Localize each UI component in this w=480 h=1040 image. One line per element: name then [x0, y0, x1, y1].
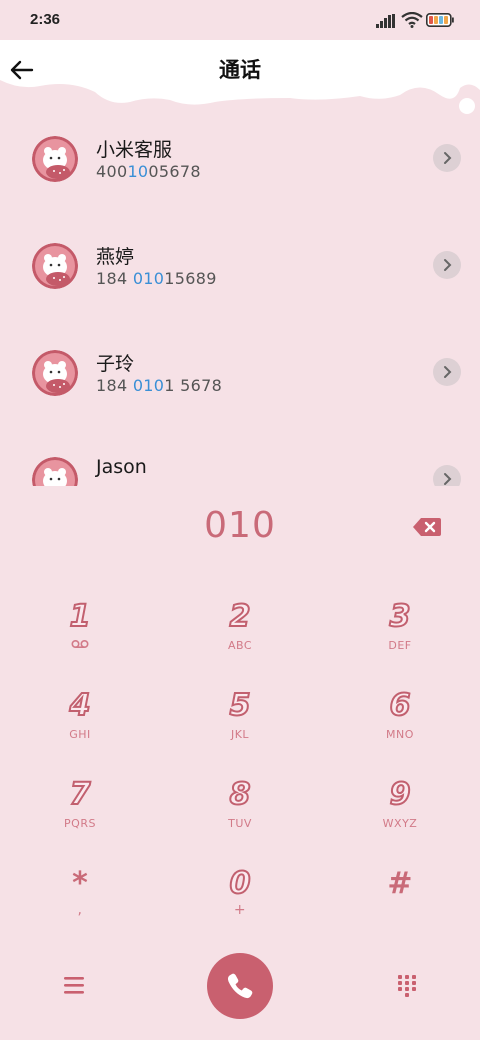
key-0[interactable]: 0 + — [160, 854, 320, 943]
backspace-icon[interactable] — [412, 516, 442, 538]
key-6[interactable]: 6 MNO — [320, 676, 480, 765]
contact-row[interactable]: 燕婷 184 01015689 — [0, 217, 480, 297]
contact-number: 184 0101 5678 — [96, 376, 223, 395]
key-1[interactable]: 1 — [0, 587, 160, 676]
avatar — [32, 136, 78, 182]
key-3[interactable]: 3 DEF — [320, 587, 480, 676]
key-letters: WXYZ — [382, 817, 418, 830]
contact-detail-button[interactable] — [433, 465, 461, 486]
contact-detail-button[interactable] — [433, 251, 461, 279]
contact-detail-button[interactable] — [433, 144, 461, 172]
chevron-right-icon — [444, 259, 452, 271]
key-letters: + — [233, 902, 247, 918]
chevron-right-icon — [444, 473, 452, 485]
key-letters: JKL — [230, 728, 250, 741]
contact-name: 子玲 — [96, 353, 135, 375]
avatar — [32, 457, 78, 486]
wifi-icon — [401, 12, 423, 28]
bear-avatar-icon — [32, 457, 78, 486]
contact-name: Jason — [96, 456, 147, 478]
key-digit: 7 — [69, 776, 92, 813]
contact-row[interactable]: 子玲 184 0101 5678 — [0, 324, 480, 404]
contact-number: 4001005678 — [96, 162, 201, 181]
battery-icon — [426, 13, 454, 27]
keypad-icon[interactable] — [395, 972, 419, 1000]
avatar — [32, 243, 78, 289]
key-star[interactable]: * , — [0, 854, 160, 943]
key-4[interactable]: 4 GHI — [0, 676, 160, 765]
key-digit: # — [387, 866, 413, 901]
chevron-right-icon — [444, 152, 452, 164]
contact-name: 小米客服 — [96, 139, 173, 161]
contact-name: 燕婷 — [96, 246, 135, 268]
key-7[interactable]: 7 PQRS — [0, 765, 160, 854]
key-digit: 6 — [389, 687, 412, 724]
contact-number: 184 01015689 — [96, 269, 217, 288]
signal-icon — [376, 14, 395, 28]
key-5[interactable]: 5 JKL — [160, 676, 320, 765]
key-letters: DEF — [388, 639, 412, 652]
key-9[interactable]: 9 WXYZ — [320, 765, 480, 854]
key-digit: * — [72, 866, 88, 901]
key-digit: 0 — [229, 865, 252, 902]
contact-row[interactable]: Jason — [0, 431, 480, 486]
key-letters: PQRS — [64, 817, 96, 830]
key-hash[interactable]: # — [320, 854, 480, 943]
key-letters: GHI — [69, 728, 91, 741]
key-letters: , — [77, 902, 83, 918]
chevron-right-icon — [444, 366, 452, 378]
key-letters: ABC — [227, 639, 253, 652]
key-digit: 3 — [389, 598, 412, 635]
voicemail-icon — [71, 639, 89, 649]
key-2[interactable]: 2 ABC — [160, 587, 320, 676]
dial-input[interactable]: 010 — [0, 505, 480, 546]
menu-icon[interactable] — [60, 972, 88, 998]
key-letters — [0, 639, 160, 652]
contact-row[interactable]: 小米客服 4001005678 — [0, 110, 480, 190]
bear-avatar-icon — [32, 243, 78, 289]
avatar — [32, 350, 78, 396]
bear-avatar-icon — [32, 136, 78, 182]
key-digit: 9 — [389, 776, 412, 813]
status-bar: 2:36 — [0, 0, 480, 40]
key-digit: 8 — [229, 776, 252, 813]
key-digit: 2 — [229, 598, 252, 635]
contact-list: 小米客服 4001005678 燕婷 184 01015689 子玲 184 0… — [0, 110, 480, 486]
contact-detail-button[interactable] — [433, 358, 461, 386]
key-letters: TUV — [228, 817, 252, 830]
app-header: 通话 — [0, 40, 480, 120]
bear-avatar-icon — [32, 350, 78, 396]
key-letters: MNO — [386, 728, 414, 741]
key-digit: 5 — [229, 687, 252, 724]
key-digit: 1 — [69, 598, 92, 635]
key-8[interactable]: 8 TUV — [160, 765, 320, 854]
phone-icon — [227, 973, 253, 999]
call-button[interactable] — [207, 953, 273, 1019]
status-time: 2:36 — [30, 11, 61, 28]
page-title: 通话 — [219, 58, 261, 82]
key-digit: 4 — [69, 687, 92, 724]
